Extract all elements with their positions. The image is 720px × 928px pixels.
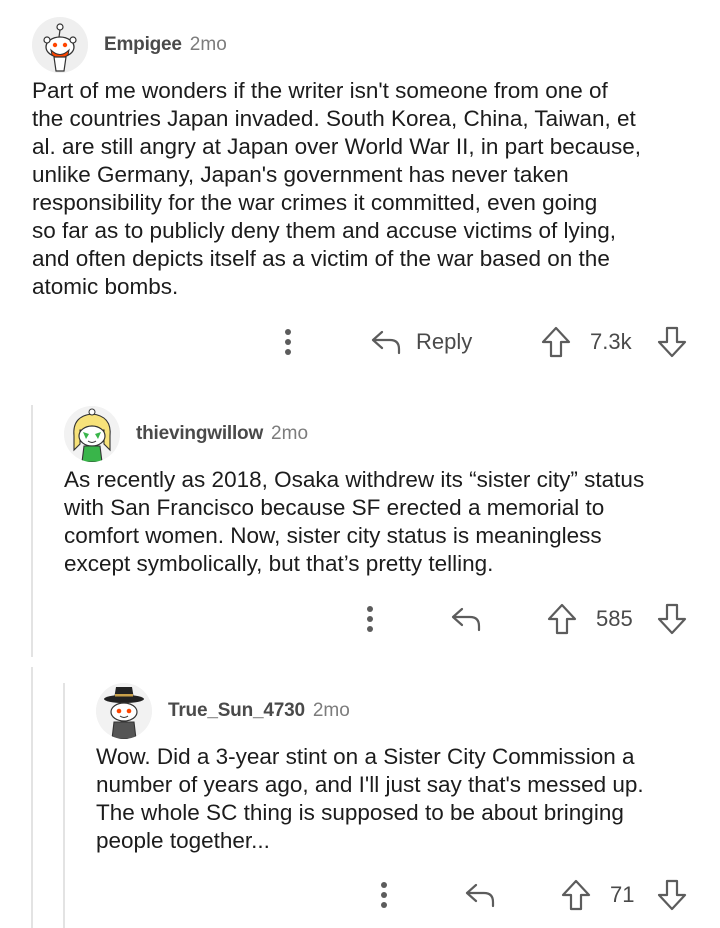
user-avatar[interactable] [32,17,88,73]
more-options-button[interactable] [280,322,296,362]
comment-age: 2mo [312,700,350,721]
user-avatar[interactable] [64,406,120,462]
more-options-icon [381,882,387,908]
reply-label: Reply [416,329,473,354]
vote-score: 7.3k [590,329,632,354]
reply-button[interactable]: Reply [370,322,472,362]
upvote-button[interactable] [546,599,578,639]
username[interactable]: thievingwillow [136,423,263,445]
comment-actions: Reply 7.3k [0,322,720,362]
comment-body: Part of me wonders if the writer isn't s… [32,78,642,299]
comment-header: Empigee 2mo [32,17,227,73]
downvote-button[interactable] [656,599,688,639]
upvote-icon [561,879,591,911]
comment-body: Wow. Did a 3-year stint on a Sister City… [96,744,644,853]
downvote-button[interactable] [656,322,688,362]
username[interactable]: Empigee [104,34,182,56]
downvote-button[interactable] [656,875,688,915]
snoo-avatar-icon [32,17,88,73]
vote-score: 585 [596,606,633,631]
comment-header: True_Sun_4730 2mo [96,683,350,739]
user-avatar[interactable] [96,683,152,739]
comment-header: thievingwillow 2mo [64,406,308,462]
comment-age: 2mo [189,34,227,55]
more-options-button[interactable] [376,875,392,915]
snoo-avatar-icon [64,406,120,462]
reply-button[interactable] [450,599,482,639]
upvote-icon [547,603,577,635]
more-options-icon [367,606,373,632]
reply-icon [451,607,481,632]
reply-icon [371,330,401,355]
snoo-avatar-icon [96,683,152,739]
downvote-icon [657,879,687,911]
upvote-button[interactable] [560,875,592,915]
more-options-button[interactable] [362,599,378,639]
upvote-button[interactable] [540,322,572,362]
reply-button[interactable] [464,875,496,915]
vote-score: 71 [610,882,635,907]
username[interactable]: True_Sun_4730 [168,700,305,722]
comment-body: As recently as 2018, Osaka withdrew its … [64,467,645,576]
downvote-icon [657,326,687,358]
comment-actions: 71 [0,875,720,915]
upvote-icon [541,326,571,358]
comment-actions: 585 [0,599,720,639]
reply-icon [465,883,495,908]
comment-age: 2mo [271,423,309,444]
more-options-icon [285,329,291,355]
downvote-icon [657,603,687,635]
